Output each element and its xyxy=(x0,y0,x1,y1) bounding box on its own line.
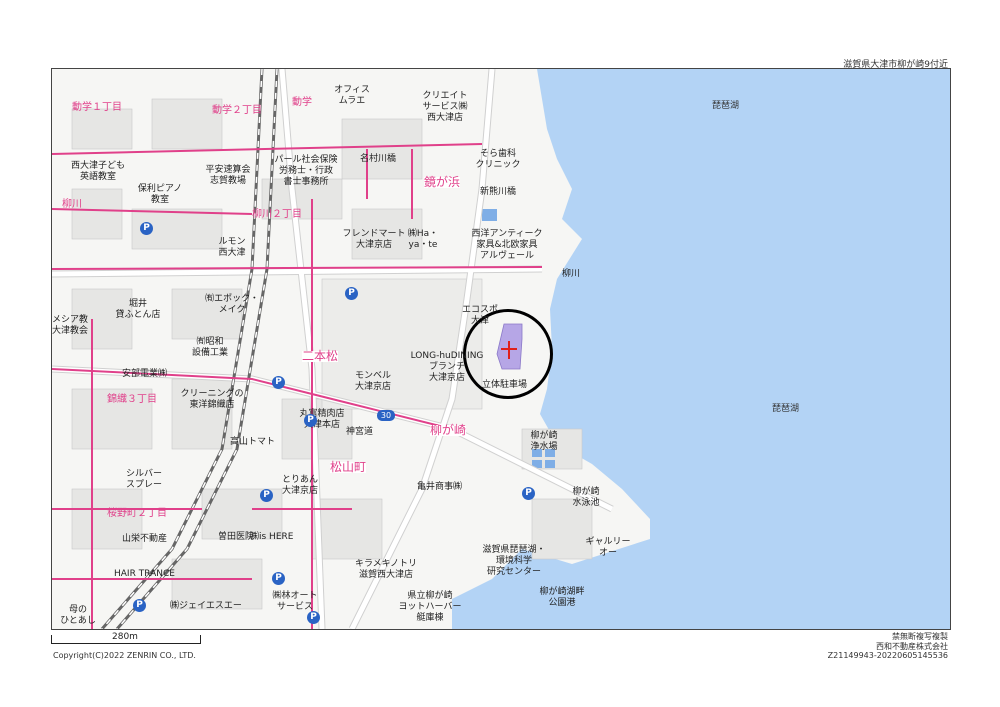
place-label: オフィス ムラエ xyxy=(334,85,370,106)
place-label: 堀井 貸ふとん店 xyxy=(115,299,161,320)
parking-icon: P xyxy=(272,376,285,389)
place-label: 立体駐車場 xyxy=(482,380,528,390)
place-label: 山栄不動産 xyxy=(122,534,168,544)
parking-icon: P xyxy=(522,487,535,500)
place-label: クリエイト サービス㈱ 西大津店 xyxy=(422,91,468,123)
lake-label: 琵琶湖 xyxy=(772,404,800,414)
district-label: 鏡が浜 xyxy=(424,175,461,189)
route-30-badge: 30 xyxy=(377,410,395,421)
district-label: 柳川 xyxy=(62,199,82,210)
place-label: 神宮道 xyxy=(346,427,374,437)
place-label: パール社会保険 労務士・行政 書士事務所 xyxy=(274,155,338,187)
copyright: Copyright(C)2022 ZENRIN CO., LTD. xyxy=(53,651,196,660)
parking-icon: P xyxy=(307,611,320,624)
district-label: 松山町 xyxy=(330,460,367,474)
place-label: ㈱ジェイエスエー xyxy=(170,601,242,611)
place-label: 柳が崎湖畔 公園港 xyxy=(539,587,585,608)
district-label: 動学１丁目 xyxy=(72,102,122,113)
parking-icon: P xyxy=(272,572,285,585)
place-label: ギャルリー オー xyxy=(585,537,631,558)
place-label: ㈱Ha・ ya・te xyxy=(407,229,439,250)
place-label: エコスポ 大津 xyxy=(461,305,499,326)
place-label: 西大津子ども 英語教室 xyxy=(70,161,126,182)
lake-label: 琵琶湖 xyxy=(712,101,740,111)
scale-label: 280m xyxy=(112,632,138,642)
place-label: 亀井商事㈱ xyxy=(417,482,463,492)
place-label: 保利ピアノ 教室 xyxy=(137,184,183,205)
parking-icon: P xyxy=(304,414,317,427)
district-label: 錦織３丁目 xyxy=(107,394,157,405)
place-label: 西洋アンティーク 家具&北欧家具 アルヴェール xyxy=(471,229,543,261)
district-label: 桜野町２丁目 xyxy=(107,508,167,519)
district-label: 動学 xyxy=(292,97,312,108)
place-label: フレンドマート 大津京店 xyxy=(342,229,406,250)
place-label: モンベル 大津京店 xyxy=(354,371,392,392)
place-label: 名村川橋 xyxy=(360,154,397,164)
map-canvas[interactable]: 動学１丁目 動学２丁目 動学 鏡が浜 柳川２丁目 柳川 二本松 錦織３丁目 柳が… xyxy=(51,68,951,630)
place-label: 曽田医院 xyxy=(218,532,255,542)
place-label: 柳が崎 水泳池 xyxy=(572,487,600,508)
place-label: 高山トマト xyxy=(230,437,276,447)
district-label: 柳川２丁目 xyxy=(252,209,302,220)
place-label: とりあん 大津京店 xyxy=(281,475,319,496)
place-label: 母の ひとあし xyxy=(60,605,96,626)
place-label: クリーニングの 東洋錦織店 xyxy=(180,389,244,410)
place-label: ㈱林オート サービス xyxy=(272,591,318,612)
place-label: 柳が崎 浄水場 xyxy=(530,431,558,452)
parking-icon: P xyxy=(345,287,358,300)
parking-icon: P xyxy=(260,489,273,502)
place-label: 新熊川橋 xyxy=(480,187,517,197)
parking-icon: P xyxy=(133,599,146,612)
place-label: 安部電業㈱ xyxy=(122,369,168,379)
district-label: 二本松 xyxy=(302,349,339,363)
district-label: 柳が崎 xyxy=(430,423,467,437)
place-label: メシア教 大津教会 xyxy=(52,315,89,336)
place-label: シルバー スプレー xyxy=(125,469,163,490)
place-label: LONG-huDINING ブランチ 大津京店 xyxy=(410,351,484,383)
footer-line-3: Z21149943-20220605145536 xyxy=(827,651,948,660)
place-label: ㈲昭和 設備工業 xyxy=(191,337,229,358)
place-label: キラメキノトリ 滋賀西大津店 xyxy=(354,559,418,580)
place-label: 滋賀県琵琶湖・ 環境科学 研究センター xyxy=(482,545,546,577)
district-label: 動学２丁目 xyxy=(212,105,262,116)
place-label: 県立柳が崎 ヨットハーバー 艇庫棟 xyxy=(398,591,462,623)
place-label: 柳川 xyxy=(562,269,581,279)
place-label: ㈲エポック・ メイク xyxy=(205,294,259,315)
place-label: ㈱is HERE xyxy=(250,532,294,542)
place-label: そら歯科 クリニック xyxy=(475,149,521,170)
place-label: 平安速算会 志賀教場 xyxy=(205,165,251,186)
place-label: HAIR TRANCE xyxy=(114,569,175,579)
parking-icon: P xyxy=(140,222,153,235)
place-label: ルモン 西大津 xyxy=(218,237,246,258)
